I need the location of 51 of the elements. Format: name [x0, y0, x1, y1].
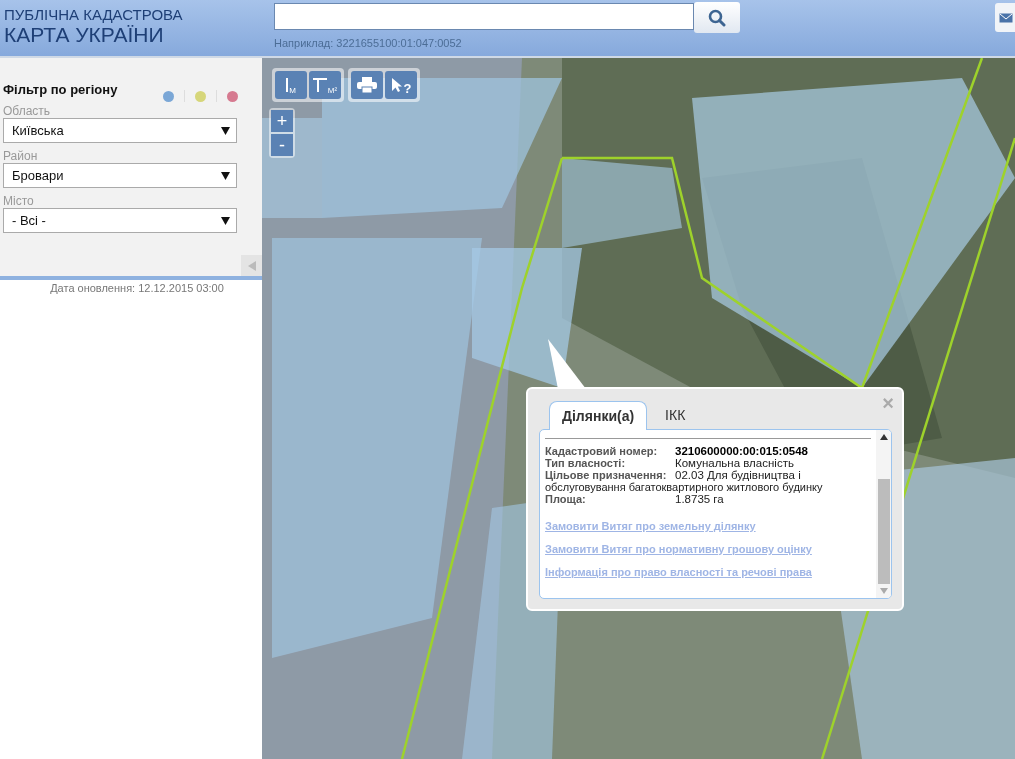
zoom-in-button[interactable]: +: [271, 110, 293, 132]
measure-area-button[interactable]: М²: [309, 71, 341, 99]
field-label: Район: [3, 149, 39, 163]
cursor-icon: [390, 77, 403, 93]
search-button[interactable]: [694, 2, 740, 33]
link[interactable]: Замовити Витяг про земельну ділянку: [545, 520, 871, 532]
field-value: обслуговування багатоквартирного житлового будинку: [545, 481, 824, 493]
filter-title: Фільтр по регіону: [3, 81, 118, 97]
mail-button[interactable]: [995, 3, 1015, 32]
caret-icon: [221, 216, 230, 225]
layer-dot[interactable]: [163, 90, 174, 102]
scroll-down-icon[interactable]: [879, 588, 888, 594]
field-label: Кадастровий номер:: [545, 445, 659, 457]
field-label: Місто: [3, 194, 35, 208]
dropdown[interactable]: Бровари: [3, 163, 237, 188]
caret-icon: [221, 171, 230, 180]
link[interactable]: Інформація про право власності та речові права: [545, 566, 871, 578]
ruler-tee-icon: [312, 76, 327, 94]
link[interactable]: Замовити Витяг про нормативну грошову оцінку: [545, 543, 871, 555]
field-label: Область: [3, 104, 52, 118]
ruler-line-icon: [286, 76, 289, 94]
field-label: Тип власності:: [545, 457, 627, 469]
dropdown[interactable]: - Всі -: [3, 208, 237, 233]
field-label: Цільове призначення:: [545, 469, 667, 481]
zoom-out-button[interactable]: -: [271, 134, 293, 156]
layer-dot[interactable]: [227, 90, 238, 102]
search-icon: [708, 8, 726, 27]
layer-dot[interactable]: [195, 90, 206, 102]
update-date: Дата оновлення: 12.12.2015 03:00: [49, 282, 224, 294]
field-value: 02.03 Для будівництва і: [675, 469, 801, 481]
scroll-up-icon[interactable]: [879, 434, 888, 440]
print-button[interactable]: [351, 71, 383, 99]
caret-icon: [221, 126, 230, 135]
site-title: ПУБЛІЧНА КАДАСТРОВА: [4, 7, 184, 23]
field-value: Комунальна власність: [675, 457, 794, 469]
site-title: КАРТА УКРАЇНИ: [4, 23, 165, 47]
field-value: 3210600000:00:015:0548: [675, 445, 809, 457]
dropdown[interactable]: Київська: [3, 118, 237, 143]
search-hint: Наприклад: 3221655100:01:047:0052: [274, 37, 463, 49]
tab[interactable]: Ділянки(а): [549, 401, 648, 430]
tab[interactable]: ІКК: [653, 401, 698, 429]
field-value: 1.8735 га: [675, 493, 725, 505]
search-field[interactable]: [274, 3, 694, 30]
identify-button[interactable]: ?: [385, 71, 417, 99]
measure-length-button[interactable]: М: [275, 71, 307, 99]
printer-icon: [357, 77, 377, 93]
scrollbar[interactable]: [876, 430, 891, 598]
triangle-left-icon: [247, 260, 256, 271]
collapse-button[interactable]: [241, 255, 262, 276]
envelope-icon: [999, 12, 1013, 23]
field-label: Площа:: [545, 493, 587, 505]
